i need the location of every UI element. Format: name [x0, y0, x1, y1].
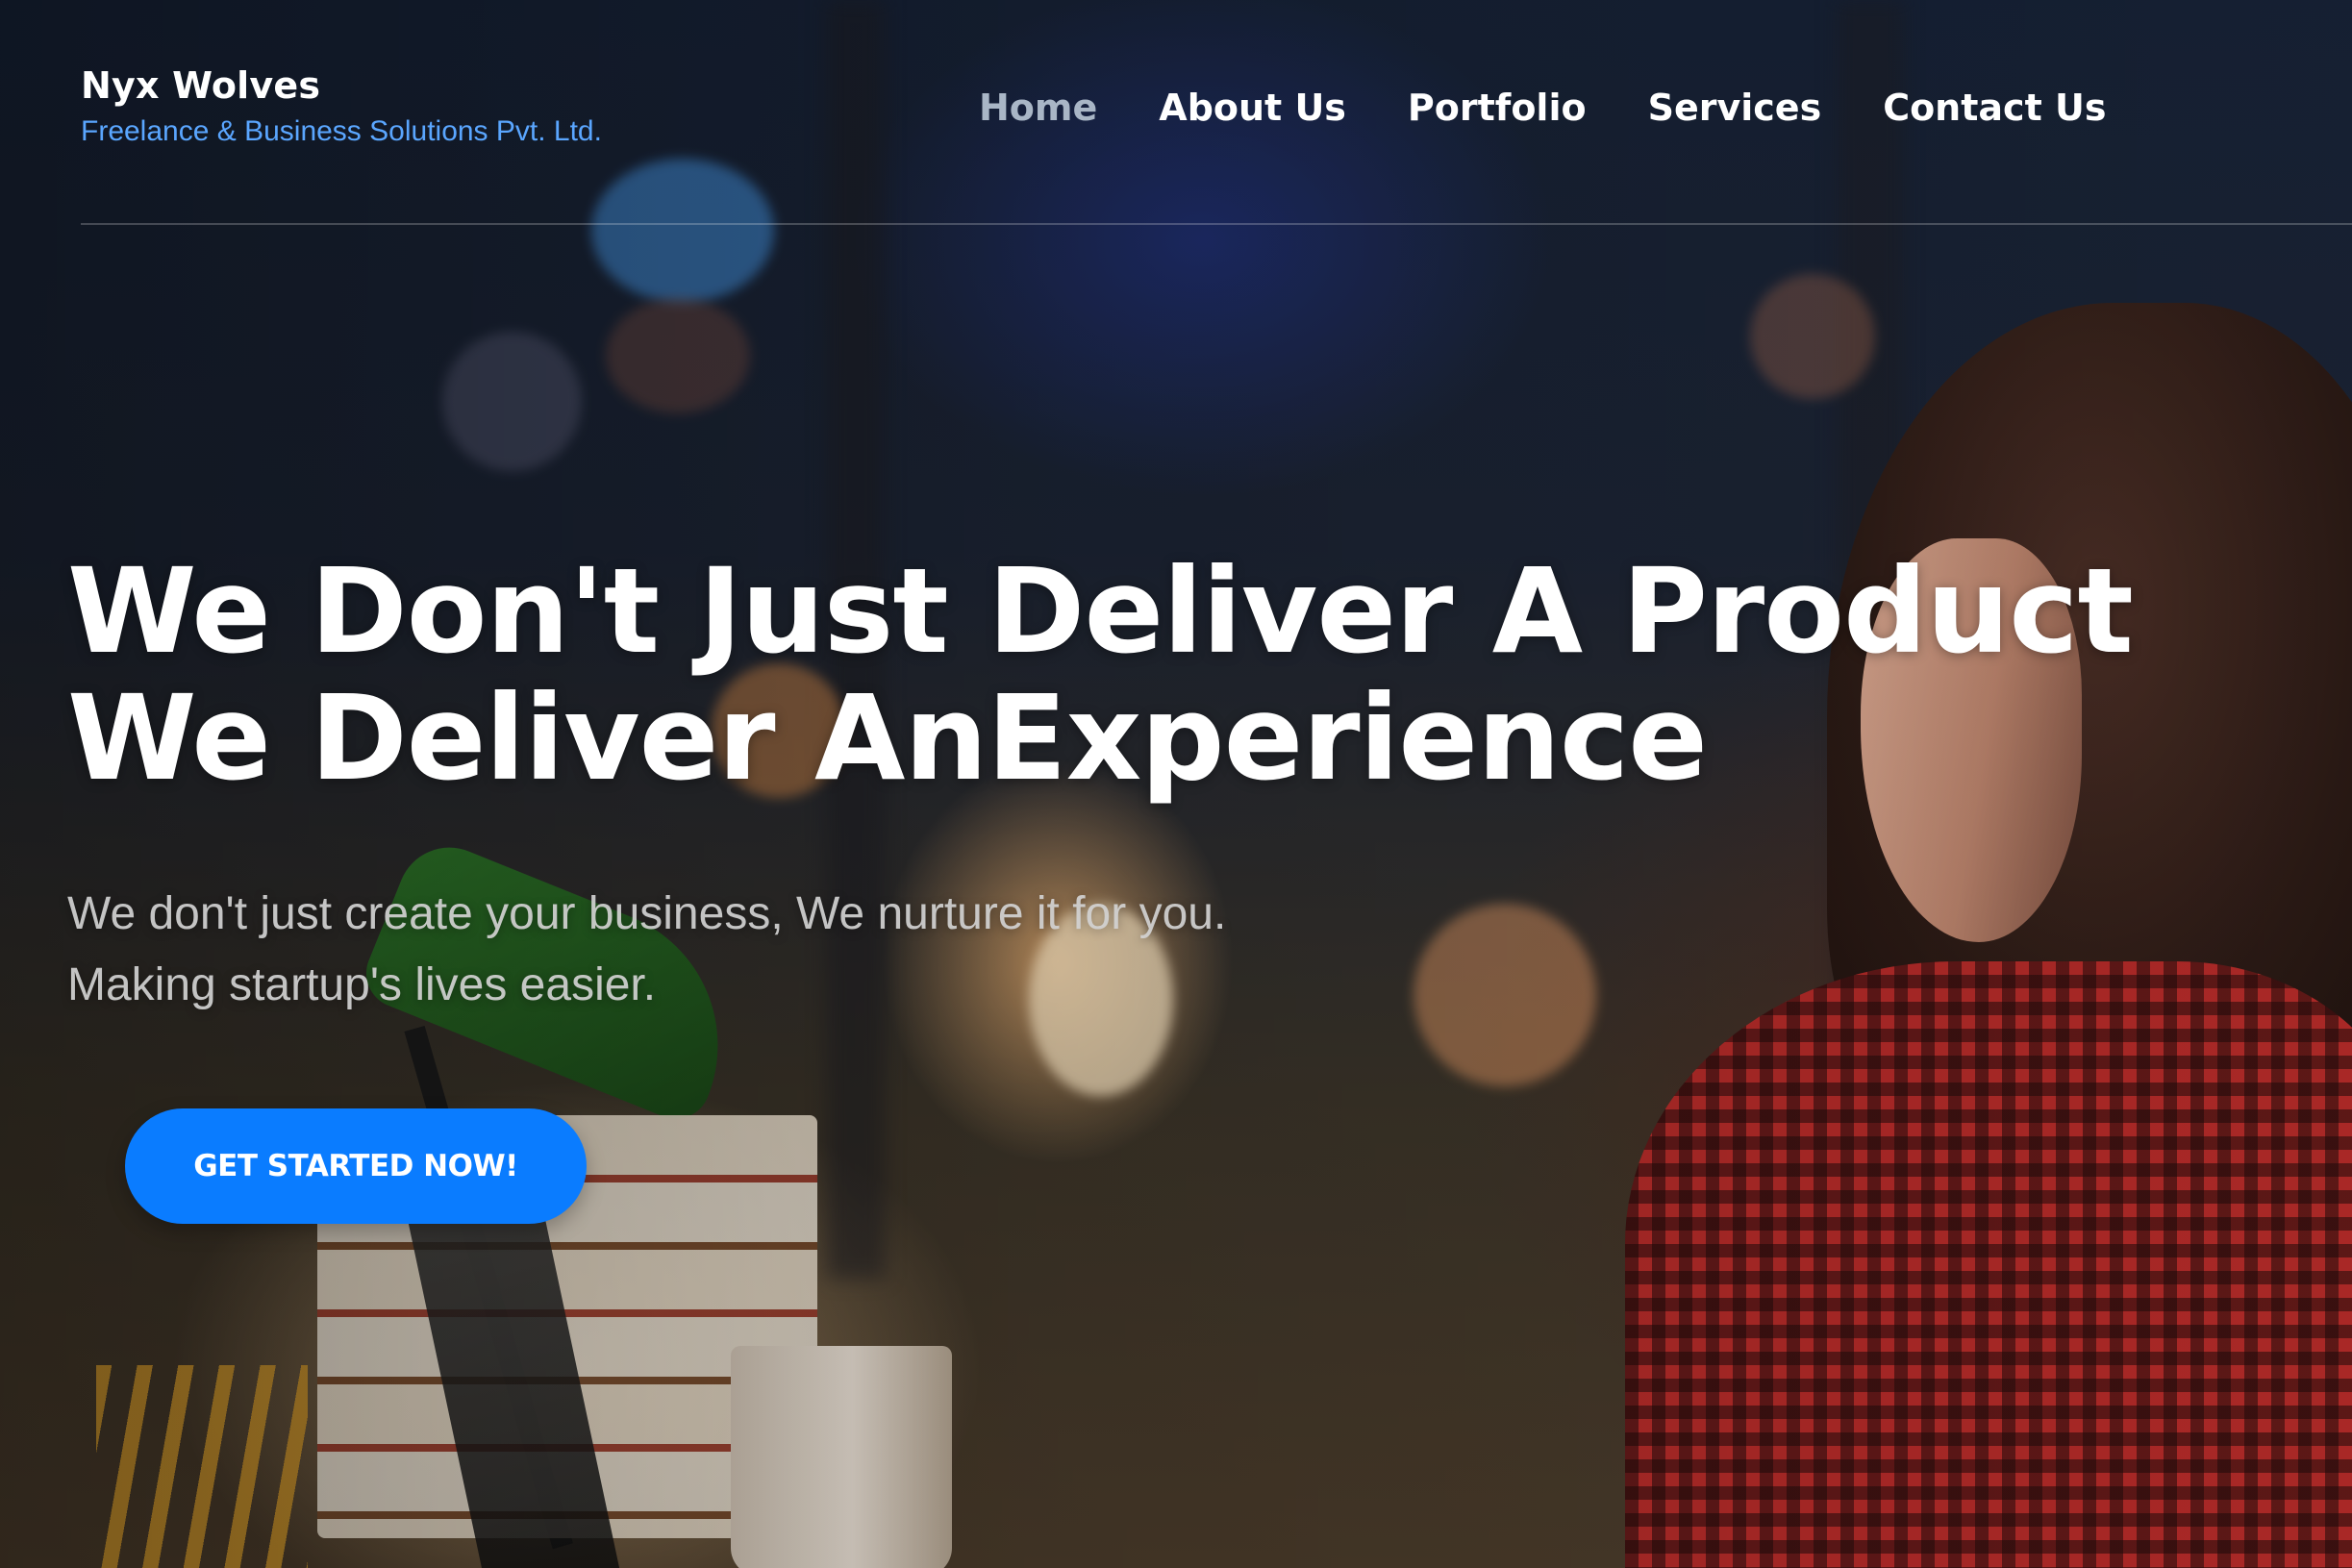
brand-name[interactable]: Nyx Wolves	[81, 67, 602, 104]
brand[interactable]: Nyx Wolves Freelance & Business Solution…	[81, 67, 602, 148]
hero-headline-line-2: We Deliver AnExperience	[67, 670, 1708, 807]
nav-item-services[interactable]: Services	[1648, 85, 1822, 131]
get-started-button[interactable]: GET STARTED NOW!	[125, 1108, 587, 1224]
nav-item-about-us[interactable]: About Us	[1159, 85, 1346, 131]
hero-subtext-line-2: Making startup's lives easier.	[67, 959, 657, 1010]
hero-copy: We Don't Just Deliver A Product We Deliv…	[67, 548, 2134, 1021]
nav-item-contact-us[interactable]: Contact Us	[1883, 85, 2106, 131]
nav-item-home[interactable]: Home	[979, 85, 1097, 131]
brand-tagline: Freelance & Business Solutions Pvt. Ltd.	[81, 115, 602, 147]
nav-item-portfolio[interactable]: Portfolio	[1408, 85, 1587, 131]
hero-section: Nyx Wolves Freelance & Business Solution…	[0, 0, 2352, 1568]
main-nav: Home About Us Portfolio Services Contact…	[979, 85, 2106, 131]
site-header: Nyx Wolves Freelance & Business Solution…	[0, 0, 2352, 226]
hero-headline: We Don't Just Deliver A Product We Deliv…	[67, 548, 2134, 802]
hero-subtext: We don't just create your business, We n…	[67, 879, 2133, 1021]
hero-headline-line-1: We Don't Just Deliver A Product	[67, 543, 2134, 680]
header-divider	[81, 223, 2352, 225]
hero-subtext-line-1: We don't just create your business, We n…	[67, 888, 1227, 939]
